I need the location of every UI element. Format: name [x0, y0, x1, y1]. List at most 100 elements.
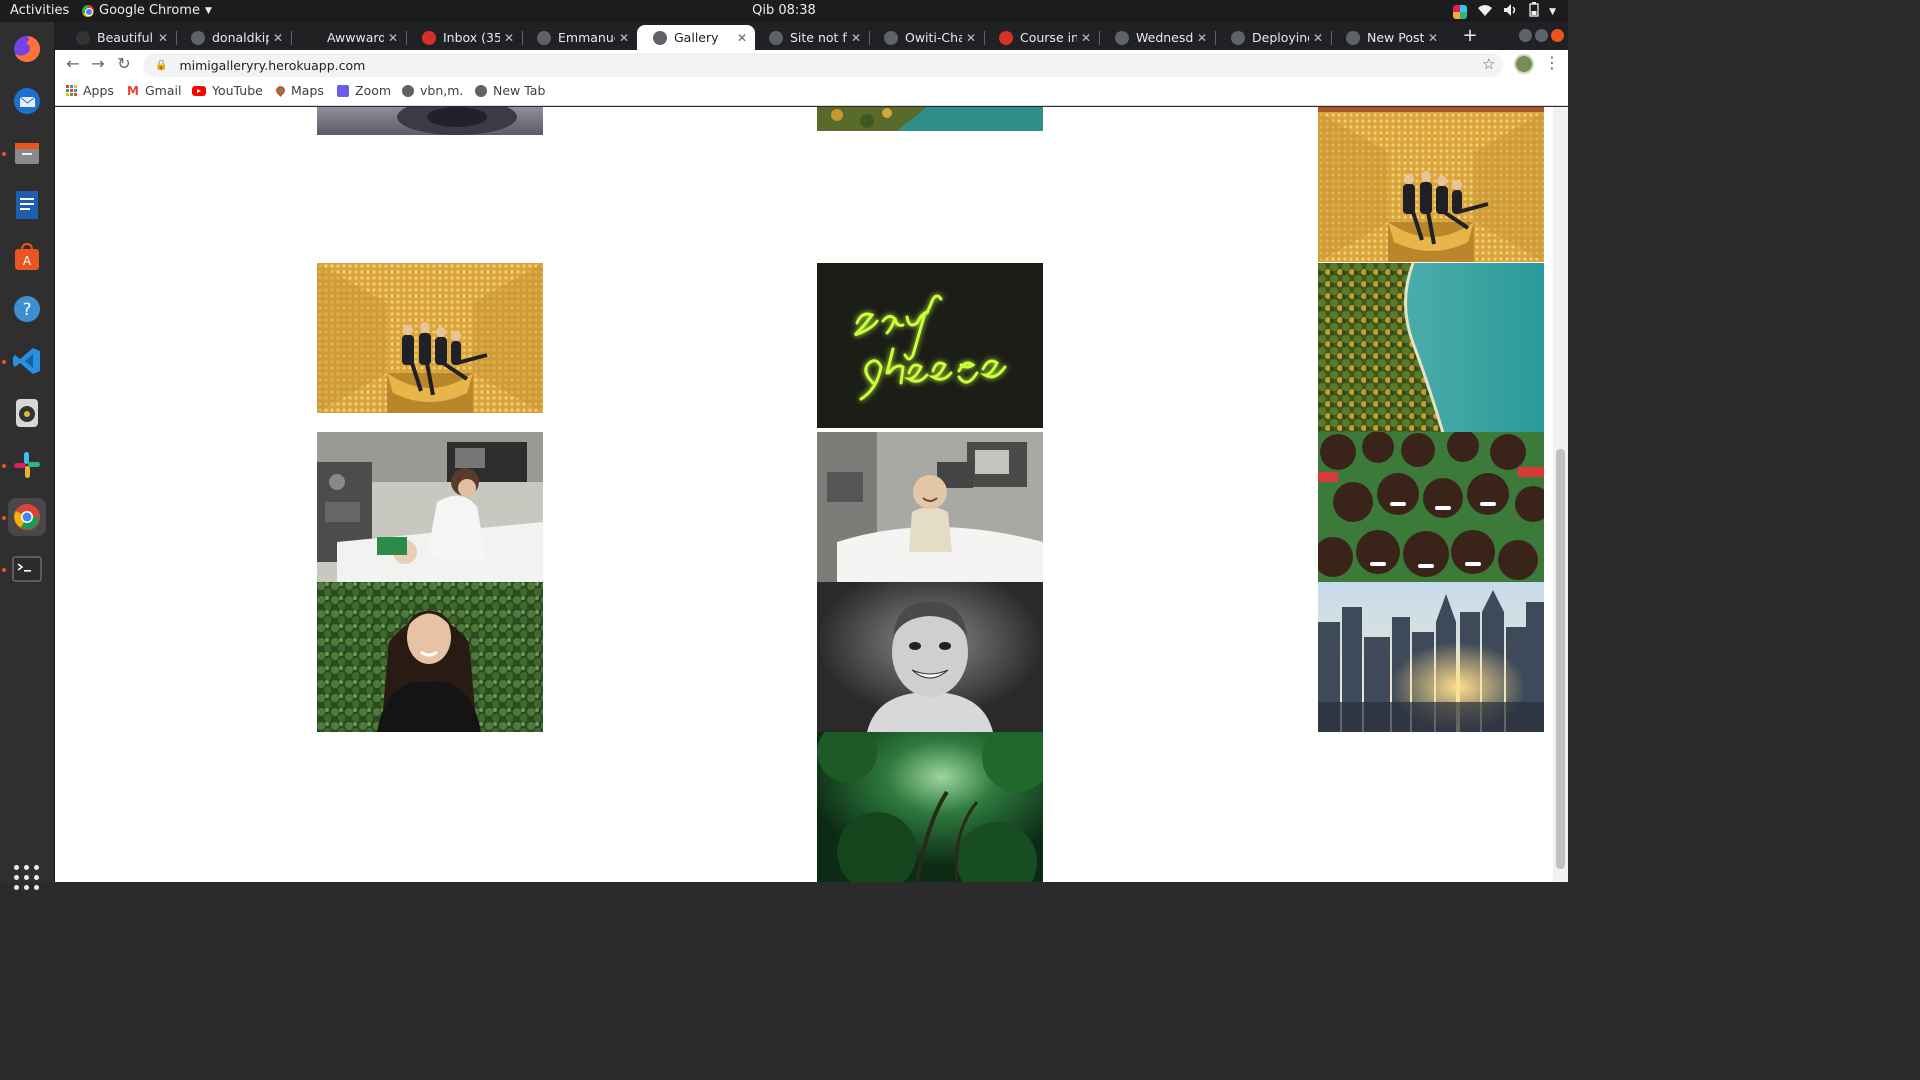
close-window-button[interactable]: [1551, 29, 1564, 42]
terminal-icon[interactable]: [8, 550, 46, 588]
tab-3[interactable]: Awwwards✕: [290, 25, 406, 50]
gallery-image-smiling-boy-bw[interactable]: [817, 582, 1043, 732]
tab-title: Wednesday: [1136, 30, 1193, 45]
bookmark-youtube[interactable]: YouTube: [192, 83, 263, 98]
globe-icon: [402, 84, 414, 97]
bookmark-label: Gmail: [144, 83, 182, 98]
gallery-image-golden-room-2[interactable]: [1318, 112, 1544, 262]
tab-5[interactable]: Emmanuel✕: [521, 25, 637, 50]
gallery-image-children-group[interactable]: [1318, 432, 1544, 582]
tab-11[interactable]: Deploying ✕: [1215, 25, 1331, 50]
gallery-image-golden-room[interactable]: [317, 263, 543, 413]
bookmark-vbnm[interactable]: vbn,m.: [402, 83, 463, 98]
back-button[interactable]: ←: [63, 54, 83, 74]
firefox-icon[interactable]: [8, 30, 46, 68]
tab-12[interactable]: New Post ✕: [1330, 25, 1446, 50]
close-tab-icon[interactable]: ✕: [154, 31, 172, 45]
files-icon[interactable]: [8, 134, 46, 172]
tab-2[interactable]: donaldkipl✕: [175, 25, 291, 50]
tab-10[interactable]: Wednesday✕: [1099, 25, 1215, 50]
tab-8[interactable]: Owiti-Char✕: [868, 25, 984, 50]
gallery-image-lens[interactable]: [317, 107, 543, 135]
tab-7[interactable]: Site not fou✕: [753, 25, 869, 50]
address-bar[interactable]: 🔒 mimigalleryry.herokuapp.com: [143, 53, 1503, 77]
clock[interactable]: Qib 08:38: [0, 3, 1568, 18]
close-tab-icon[interactable]: ✕: [615, 31, 633, 45]
tab-favicon-icon: [76, 30, 90, 45]
reload-button[interactable]: ↻: [114, 54, 134, 74]
tab-4[interactable]: Inbox (351)✕: [406, 25, 522, 50]
bookmark-label: New Tab: [493, 83, 546, 98]
chevron-down-icon: ▼: [204, 5, 212, 16]
tab-favicon-icon: [422, 30, 436, 45]
bookmark-star-icon[interactable]: ☆: [1482, 55, 1495, 73]
tab-1[interactable]: Beautiful F✕: [60, 25, 176, 50]
slack-icon[interactable]: [8, 446, 46, 484]
app-menu[interactable]: Google Chrome ▼: [82, 3, 212, 18]
battery-icon[interactable]: [1529, 2, 1539, 21]
chrome-icon[interactable]: [8, 498, 46, 536]
avatar[interactable]: [1514, 54, 1534, 74]
tab-6[interactable]: Gallery ✕: [637, 25, 755, 50]
gallery-image-aerial-coast[interactable]: [1318, 263, 1544, 433]
gallery-image-hospital-doctor[interactable]: [317, 432, 543, 582]
gallery-image-hospital-child[interactable]: [817, 432, 1043, 582]
page-scrollbar[interactable]: [1553, 107, 1568, 882]
bookmark-label: vbn,m.: [420, 83, 464, 98]
gallery-image-smiling-woman[interactable]: [317, 582, 543, 732]
maximize-button[interactable]: [1535, 29, 1548, 42]
tab-title: New Post: [1367, 30, 1424, 45]
bookmark-gmail[interactable]: M Gmail: [127, 83, 181, 98]
tab-favicon-icon: [884, 30, 898, 45]
vscode-icon[interactable]: [8, 342, 46, 380]
rhythmbox-icon[interactable]: [8, 394, 46, 432]
tab-title: donaldkipl: [212, 30, 269, 45]
writer-icon[interactable]: [8, 186, 46, 224]
scrollbar-thumb[interactable]: [1556, 449, 1565, 869]
help-icon[interactable]: ?: [8, 290, 46, 328]
tab-9[interactable]: Course invi✕: [983, 25, 1099, 50]
thunderbird-icon[interactable]: [8, 82, 46, 120]
gallery-image-city-skyline[interactable]: [1318, 582, 1544, 732]
lock-icon[interactable]: 🔒: [155, 60, 167, 71]
chrome-menu-button[interactable]: ⋮: [1544, 53, 1560, 72]
bookmark-apps[interactable]: Apps: [66, 83, 114, 98]
close-tab-icon[interactable]: ✕: [1193, 31, 1211, 45]
software-center-icon[interactable]: A: [8, 238, 46, 276]
tab-favicon-icon: [1346, 30, 1360, 45]
bookmark-new-tab[interactable]: New Tab: [475, 83, 545, 98]
bookmark-zoom[interactable]: Zoom: [337, 83, 391, 98]
close-tab-icon[interactable]: ✕: [733, 31, 751, 45]
url-text[interactable]: mimigalleryry.herokuapp.com: [179, 58, 365, 73]
tab-favicon-icon: [769, 30, 783, 45]
volume-icon[interactable]: [1503, 3, 1519, 21]
show-applications-icon[interactable]: [14, 865, 40, 891]
new-tab-button[interactable]: +: [1459, 26, 1481, 48]
tab-title: Inbox (351): [443, 30, 500, 45]
system-tray[interactable]: ▼: [1453, 2, 1556, 21]
system-top-bar: Activities Google Chrome ▼ Qib 08:38 ▼: [0, 0, 1568, 22]
activities-button[interactable]: Activities: [10, 3, 69, 18]
close-tab-icon[interactable]: ✕: [500, 31, 518, 45]
wifi-icon[interactable]: [1477, 3, 1493, 21]
gallery-page: [55, 107, 1553, 882]
minimize-button[interactable]: [1519, 29, 1532, 42]
tab-favicon-icon: [653, 30, 667, 45]
gallery-image-say-cheese-neon[interactable]: [817, 263, 1043, 428]
close-tab-icon[interactable]: ✕: [847, 31, 865, 45]
gallery-image-green-forest[interactable]: [817, 732, 1043, 882]
close-tab-icon[interactable]: ✕: [269, 31, 287, 45]
chevron-down-icon[interactable]: ▼: [1549, 7, 1556, 17]
gallery-image-aerial-coast-top[interactable]: [817, 107, 1043, 131]
slack-tray-icon[interactable]: [1453, 4, 1468, 19]
forward-button[interactable]: →: [88, 54, 108, 74]
tab-title: Beautiful F: [97, 30, 154, 45]
dock: A ?: [0, 22, 55, 890]
close-tab-icon[interactable]: ✕: [1077, 31, 1095, 45]
tab-favicon-icon: [1231, 30, 1245, 45]
close-tab-icon[interactable]: ✕: [1309, 31, 1327, 45]
close-tab-icon[interactable]: ✕: [962, 31, 980, 45]
bookmark-maps[interactable]: Maps: [274, 83, 324, 98]
close-tab-icon[interactable]: ✕: [1424, 31, 1442, 45]
close-tab-icon[interactable]: ✕: [384, 31, 402, 45]
